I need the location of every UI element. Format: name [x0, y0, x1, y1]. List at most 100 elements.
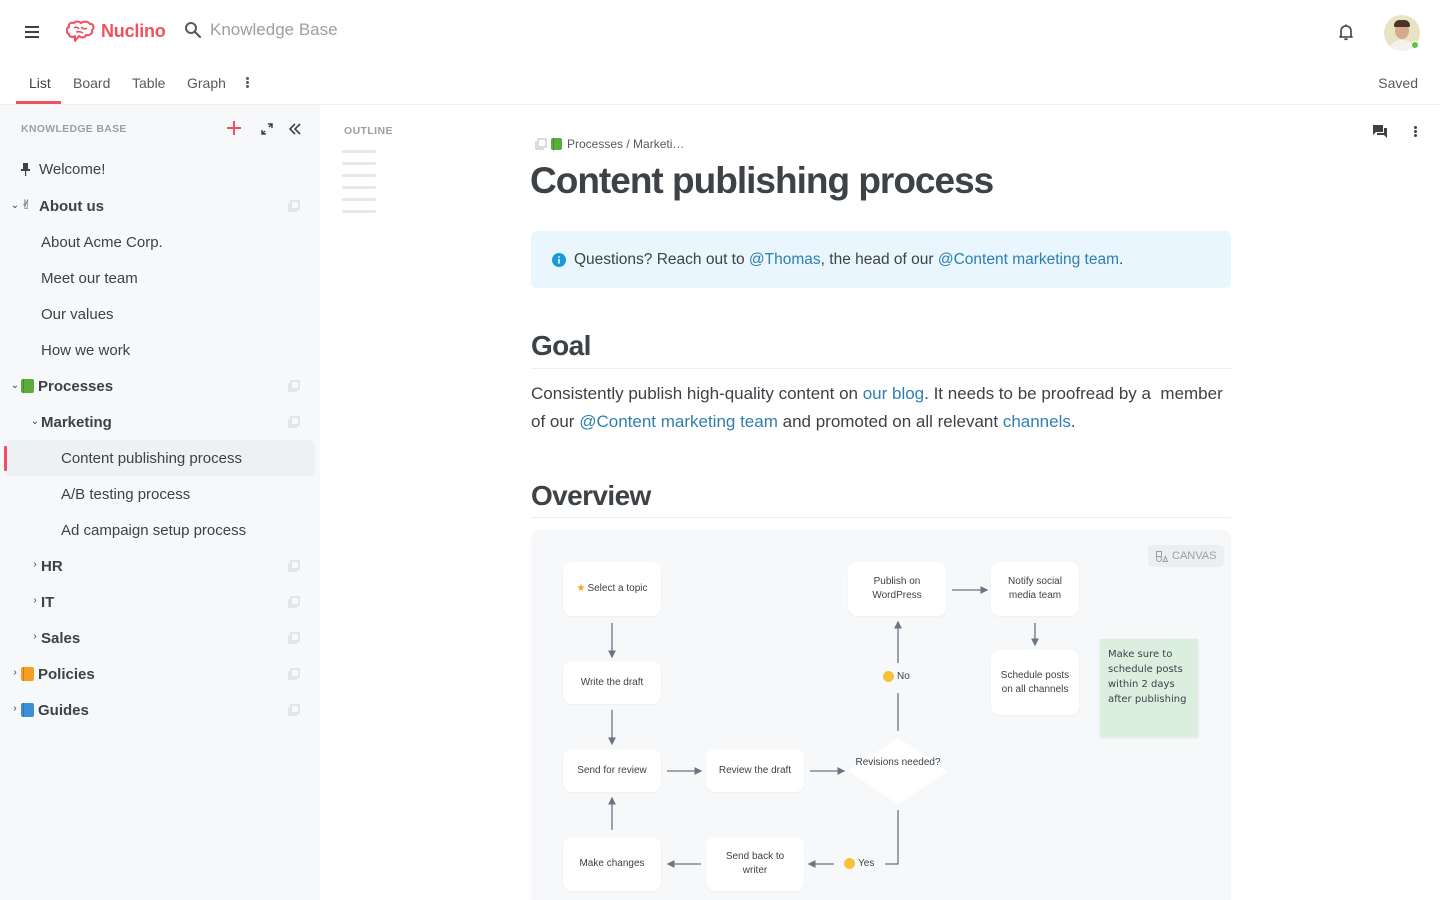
sidebar-item-about-acme[interactable]: About Acme Corp.: [4, 224, 315, 260]
sidebar-item-it[interactable]: › IT: [4, 584, 315, 620]
chevron-down-icon[interactable]: ⌄: [10, 201, 20, 211]
victory-hand-icon: ✌: [21, 197, 32, 212]
online-status-indicator: [1411, 41, 1419, 49]
overview-heading: Overview: [531, 480, 651, 511]
search-input[interactable]: Knowledge Base: [184, 20, 338, 40]
sidebar: KNOWLEDGE BASE Welcome! ⌄ ✌ About us Abo…: [0, 105, 320, 900]
copy-link-icon[interactable]: [288, 668, 300, 680]
chevron-down-icon[interactable]: ⌄: [30, 417, 40, 427]
save-status: Saved: [1378, 75, 1418, 91]
chevron-right-icon[interactable]: ›: [30, 632, 40, 642]
brain-logo-icon: [66, 20, 95, 42]
goal-paragraph: Consistently publish high-quality conten…: [531, 384, 1228, 431]
tab-list[interactable]: List: [29, 75, 51, 91]
copy-link-icon[interactable]: [288, 380, 300, 392]
search-icon: [185, 22, 202, 39]
smile-emoji-icon: [883, 671, 894, 682]
flow-node-send-review[interactable]: Send for review: [563, 749, 661, 792]
flow-node-notify[interactable]: Notify social media team: [991, 562, 1079, 616]
mention-content-marketing-team[interactable]: @Content marketing team: [938, 251, 1119, 268]
sticky-note[interactable]: Make sure to schedule posts within 2 day…: [1100, 639, 1198, 737]
flow-node-write-draft[interactable]: Write the draft: [563, 661, 661, 704]
sidebar-item-hr[interactable]: › HR: [4, 548, 315, 584]
sidebar-item-processes[interactable]: ⌄ Processes: [4, 368, 315, 404]
sidebar-item-our-values[interactable]: Our values: [4, 296, 315, 332]
chevron-right-icon[interactable]: ›: [10, 704, 20, 714]
edge-label-yes: Yes: [844, 858, 874, 869]
page-title[interactable]: Content publishing process: [530, 160, 994, 202]
flow-node-select-topic[interactable]: ★ Select a topic: [563, 562, 661, 616]
sidebar-item-label: Sales: [41, 629, 81, 647]
blue-book-icon: [21, 703, 34, 717]
sidebar-item-welcome[interactable]: Welcome!: [4, 151, 315, 187]
more-views-icon[interactable]: [246, 77, 250, 91]
outline-minimap[interactable]: [342, 150, 376, 222]
callout-text: Questions? Reach out to @Thomas, the hea…: [574, 250, 1124, 268]
chevron-right-icon[interactable]: ›: [30, 596, 40, 606]
sidebar-item-label: Our values: [41, 305, 114, 323]
copy-link-icon[interactable]: [535, 138, 547, 150]
sidebar-item-label: Marketing: [41, 413, 112, 431]
collapse-sidebar-icon[interactable]: [287, 121, 303, 137]
sidebar-item-guides[interactable]: › Guides: [4, 692, 315, 728]
bell-icon[interactable]: [1336, 22, 1356, 42]
green-book-icon: [551, 138, 562, 152]
flow-node-schedule[interactable]: Schedule posts on all channels: [991, 650, 1079, 715]
copy-link-icon[interactable]: [288, 560, 300, 572]
sidebar-item-content-publishing[interactable]: Content publishing process: [4, 440, 315, 476]
sidebar-item-meet-team[interactable]: Meet our team: [4, 260, 315, 296]
sidebar-item-policies[interactable]: › Policies: [4, 656, 315, 692]
flow-node-review-draft[interactable]: Review the draft: [706, 749, 804, 792]
copy-link-icon[interactable]: [288, 200, 300, 212]
sidebar-item-label: Ad campaign setup process: [61, 521, 247, 539]
chevron-down-icon[interactable]: ⌄: [10, 381, 20, 391]
sidebar-item-sales[interactable]: › Sales: [4, 620, 315, 656]
expand-all-icon[interactable]: [260, 122, 274, 136]
app-name: Nuclino: [101, 20, 166, 41]
divider: [531, 517, 1231, 518]
mention-thomas[interactable]: @Thomas: [749, 251, 821, 268]
shapes-icon: [1156, 550, 1168, 562]
chevron-right-icon[interactable]: ›: [10, 668, 20, 678]
tab-graph[interactable]: Graph: [187, 75, 226, 91]
chevron-right-icon[interactable]: ›: [30, 560, 40, 570]
sidebar-item-label: Policies: [38, 665, 95, 683]
add-item-icon[interactable]: [226, 120, 242, 136]
goal-heading: Goal: [531, 330, 591, 361]
tab-board[interactable]: Board: [73, 75, 110, 91]
sidebar-item-ad-campaign[interactable]: Ad campaign setup process: [4, 512, 315, 548]
decision-node[interactable]: [848, 738, 948, 804]
sidebar-item-label: A/B testing process: [61, 485, 191, 503]
divider: [531, 368, 1231, 369]
comments-icon[interactable]: [1373, 125, 1387, 138]
mention-content-marketing-team[interactable]: @Content marketing team: [579, 412, 778, 431]
sidebar-item-ab-testing[interactable]: A/B testing process: [4, 476, 315, 512]
channels-link[interactable]: channels: [1003, 412, 1071, 431]
sidebar-item-about-us[interactable]: ⌄ ✌ About us: [4, 188, 315, 224]
flow-node-publish[interactable]: Publish on WordPress: [848, 562, 946, 616]
sidebar-item-how-we-work[interactable]: How we work: [4, 332, 315, 368]
copy-link-icon[interactable]: [288, 704, 300, 716]
sidebar-item-label: How we work: [41, 341, 131, 359]
sidebar-item-label: Content publishing process: [61, 449, 242, 467]
flow-node-make-changes[interactable]: Make changes: [563, 837, 661, 891]
logo[interactable]: Nuclino: [66, 19, 166, 43]
copy-link-icon[interactable]: [288, 596, 300, 608]
sidebar-item-label: Guides: [38, 701, 89, 719]
menu-icon[interactable]: [22, 23, 42, 41]
breadcrumb-path[interactable]: Processes / Marketi…: [567, 137, 684, 151]
more-options-icon[interactable]: [1414, 126, 1417, 138]
flow-node-send-back[interactable]: Send back to writer: [706, 837, 804, 891]
sidebar-item-label: Processes: [38, 377, 114, 395]
active-tab-indicator: [16, 101, 61, 104]
sidebar-item-label: About Acme Corp.: [41, 233, 163, 251]
canvas-badge[interactable]: CANVAS: [1148, 545, 1225, 567]
copy-link-icon[interactable]: [288, 632, 300, 644]
blog-link[interactable]: our blog: [863, 384, 924, 403]
tab-table[interactable]: Table: [132, 75, 165, 91]
copy-link-icon[interactable]: [288, 416, 300, 428]
flowchart-canvas[interactable]: CANVAS ★ Select a topic Write the draft S…: [531, 530, 1231, 900]
green-book-icon: [21, 379, 34, 393]
sidebar-item-marketing[interactable]: ⌄ Marketing: [4, 404, 315, 440]
pin-icon: [21, 163, 30, 176]
